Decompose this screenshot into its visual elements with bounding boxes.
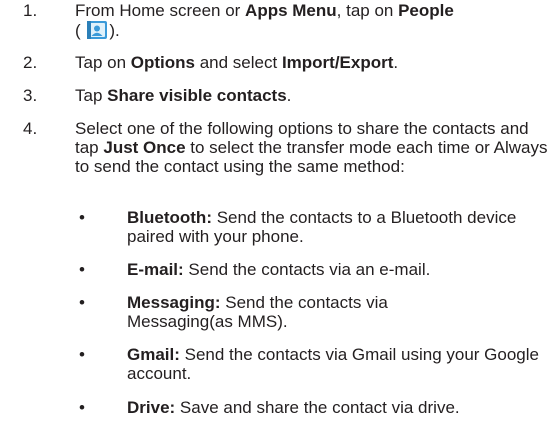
people-app-icon bbox=[86, 20, 108, 40]
option-label: E-mail: bbox=[127, 260, 184, 279]
option-text: Bluetooth: Send the contacts to a Blueto… bbox=[127, 208, 555, 246]
instruction-page: 1. From Home screen or Apps Menu, tap on… bbox=[0, 0, 558, 441]
option-description: Save and share the contact via drive. bbox=[175, 398, 460, 417]
option-text: E-mail: Send the contacts via an e-mail. bbox=[127, 260, 555, 279]
step-number: 2. bbox=[23, 53, 38, 72]
step-text-part: and select bbox=[194, 53, 282, 72]
people-label: People bbox=[398, 1, 454, 20]
import-export-label: Import/Export bbox=[281, 53, 394, 72]
option-label: Bluetooth: bbox=[127, 208, 212, 227]
step-text-part: . bbox=[286, 86, 292, 105]
apps-menu-label: Apps Menu bbox=[245, 1, 337, 20]
step-number: 3. bbox=[23, 86, 38, 105]
step-number: 1. bbox=[23, 1, 38, 20]
step-text-part: Tap bbox=[75, 86, 108, 105]
option-description: Send the contacts via Gmail using your G… bbox=[127, 345, 539, 383]
step-text-part: ( bbox=[75, 21, 86, 40]
option-text: Messaging: Send the contacts via Messagi… bbox=[127, 293, 457, 331]
step-text-part: . bbox=[393, 53, 399, 72]
option-label: Messaging: bbox=[127, 293, 221, 312]
step-text-part: ). bbox=[109, 21, 120, 40]
bullet: • bbox=[79, 398, 85, 417]
step-text-part: From Home screen or bbox=[75, 1, 246, 20]
step-text: Tap Share visible contacts. bbox=[75, 86, 555, 105]
step-text: Select one of the following options to s… bbox=[75, 119, 551, 176]
option-label: Drive: bbox=[127, 398, 176, 417]
option-text: Gmail: Send the contacts via Gmail using… bbox=[127, 345, 555, 383]
bullet: • bbox=[79, 345, 85, 364]
bullet: • bbox=[79, 293, 85, 312]
option-label: Gmail: bbox=[127, 345, 180, 364]
step-text-part: , tap on bbox=[336, 1, 399, 20]
just-once-label: Just Once bbox=[103, 138, 186, 157]
step-number: 4. bbox=[23, 119, 38, 138]
option-description: Send the contacts via an e-mail. bbox=[183, 260, 431, 279]
bullet: • bbox=[79, 208, 85, 227]
options-label: Options bbox=[130, 53, 195, 72]
step-text: From Home screen or Apps Menu, tap on Pe… bbox=[75, 1, 555, 40]
option-text: Drive: Save and share the contact via dr… bbox=[127, 398, 555, 417]
step-text: Tap on Options and select Import/Export. bbox=[75, 53, 555, 72]
step-text-part: Tap on bbox=[75, 53, 131, 72]
share-visible-contacts-label: Share visible contacts bbox=[107, 86, 287, 105]
bullet: • bbox=[79, 260, 85, 279]
